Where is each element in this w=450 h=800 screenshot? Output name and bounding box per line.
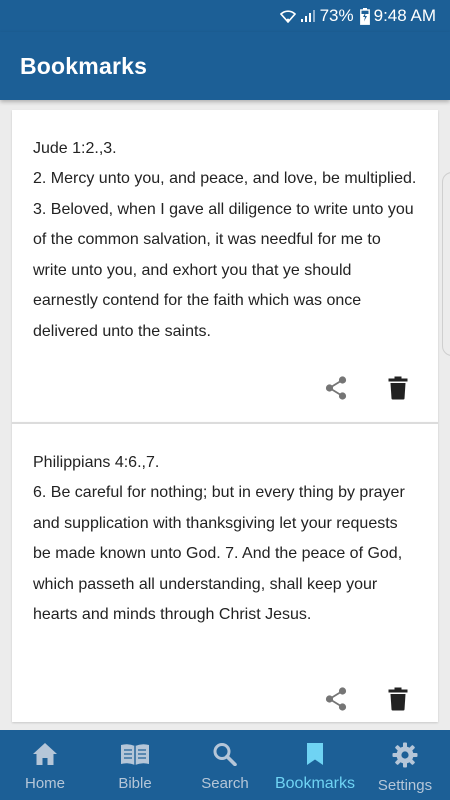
bookmark-list[interactable]: Jude 1:2.,3. 2. Mercy unto you, and peac… [0, 100, 450, 730]
bookmark-card: Jude 1:2.,3. 2. Mercy unto you, and peac… [12, 110, 438, 422]
bottom-nav: Home Bible Search Bookmarks Settings [0, 730, 450, 800]
nav-label: Home [24, 775, 65, 792]
bookmark-icon [304, 742, 326, 771]
gear-icon [392, 742, 418, 773]
scroll-edge-indicator[interactable] [442, 172, 450, 356]
home-icon [32, 742, 58, 771]
clock: 9:48 AM [373, 6, 436, 25]
nav-label: Bible [118, 775, 152, 792]
delete-button[interactable] [378, 370, 418, 410]
trash-icon [388, 376, 408, 405]
battery-charging-icon [359, 7, 370, 25]
app-bar: Bookmarks [0, 32, 450, 100]
nav-search[interactable]: Search [180, 730, 270, 800]
nav-settings[interactable]: Settings [360, 730, 450, 800]
nav-label: Search [201, 775, 249, 792]
share-icon [324, 375, 348, 406]
book-icon [120, 742, 150, 771]
signal-icon [300, 9, 316, 23]
nav-bible[interactable]: Bible [90, 730, 180, 800]
battery-percent: 73% [319, 6, 354, 25]
card-actions [294, 370, 418, 410]
trash-icon [388, 687, 408, 716]
share-button[interactable] [316, 370, 356, 410]
nav-home[interactable]: Home [0, 730, 90, 800]
bookmark-text: 2. Mercy unto you, and peace, and love, … [33, 170, 417, 340]
nav-label: Bookmarks [274, 775, 356, 792]
bookmark-reference: Jude 1:2.,3. [33, 140, 117, 157]
bookmark-reference: Philippians 4:6.,7. [33, 454, 160, 471]
status-bar: 73% 9:48 AM [0, 0, 450, 32]
share-button[interactable] [316, 681, 356, 721]
page-title: Bookmarks [20, 52, 148, 79]
bookmark-card: Philippians 4:6.,7. 6. Be careful for no… [12, 422, 438, 722]
share-icon [324, 686, 348, 717]
card-actions [294, 681, 418, 721]
delete-button[interactable] [378, 681, 418, 721]
search-icon [212, 742, 238, 771]
wifi-icon [279, 9, 296, 23]
nav-bookmarks[interactable]: Bookmarks [270, 730, 360, 800]
nav-label: Settings [377, 777, 433, 794]
bookmark-text: 6. Be careful for nothing; but in every … [33, 484, 405, 623]
